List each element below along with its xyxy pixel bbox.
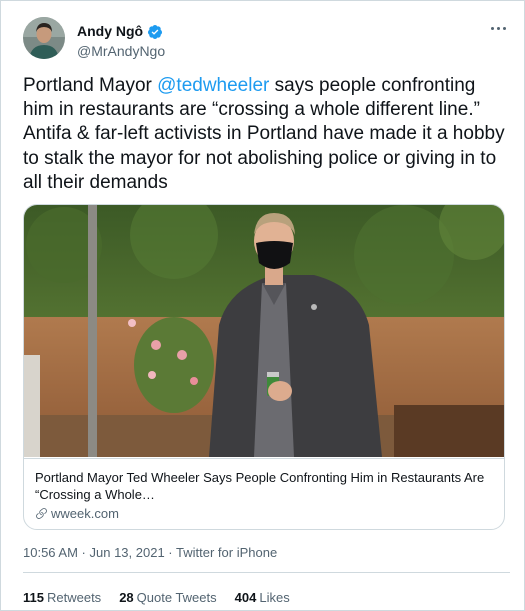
card-title[interactable]: Portland Mayor Ted Wheeler Says People C… — [35, 469, 494, 503]
tweet-text: Portland Mayor @tedwheeler says people c… — [23, 74, 509, 195]
likes-label: Likes — [259, 590, 290, 605]
tweet-time[interactable]: 10:56 AM — [23, 545, 78, 560]
card-image[interactable] — [24, 205, 504, 457]
tweet-meta: 10:56 AM · Jun 13, 2021 · Twitter for iP… — [23, 545, 277, 560]
link-icon — [36, 508, 47, 519]
retweets-count: 115 — [23, 590, 44, 605]
card-body[interactable]: Portland Mayor Ted Wheeler Says People C… — [24, 458, 504, 529]
tweet-card: Andy Ngô @MrAndyNgo Portland Mayor @tedw… — [0, 0, 525, 611]
tweet-source[interactable]: Twitter for iPhone — [176, 545, 277, 560]
author-display-name[interactable]: Andy Ngô — [77, 23, 143, 40]
quote-tweets-count: 28 — [119, 590, 134, 605]
quote-tweets-label: Quote Tweets — [136, 590, 217, 605]
author-handle[interactable]: @MrAndyNgo — [77, 42, 165, 61]
more-options-icon[interactable] — [486, 19, 510, 37]
author-names: Andy Ngô @MrAndyNgo — [77, 17, 165, 63]
avatar[interactable] — [23, 17, 65, 59]
card-domain[interactable]: wweek.com — [35, 506, 494, 521]
divider — [23, 572, 510, 573]
card-domain-text[interactable]: wweek.com — [51, 506, 119, 521]
tweet-text-start: Portland Mayor — [23, 75, 158, 96]
link-preview-card[interactable]: Portland Mayor Ted Wheeler Says People C… — [23, 204, 505, 530]
mention-link[interactable]: @tedwheeler — [157, 75, 269, 96]
likes-count: 404 — [234, 590, 257, 605]
verified-badge-icon — [147, 24, 163, 40]
meta-separator-1: · — [77, 545, 90, 560]
retweets-stat[interactable]: 115 Retweets — [23, 590, 101, 605]
quote-tweets-stat[interactable]: 28 Quote Tweets — [119, 590, 216, 605]
engagement-stats: 115 Retweets 28 Quote Tweets 404 Likes — [23, 590, 308, 605]
tweet-date[interactable]: Jun 13, 2021 — [90, 545, 165, 560]
likes-stat[interactable]: 404 Likes — [235, 590, 290, 605]
meta-separator-2: · — [164, 545, 177, 560]
retweets-label: Retweets — [46, 590, 102, 605]
tweet-header: Andy Ngô @MrAndyNgo — [23, 17, 510, 63]
